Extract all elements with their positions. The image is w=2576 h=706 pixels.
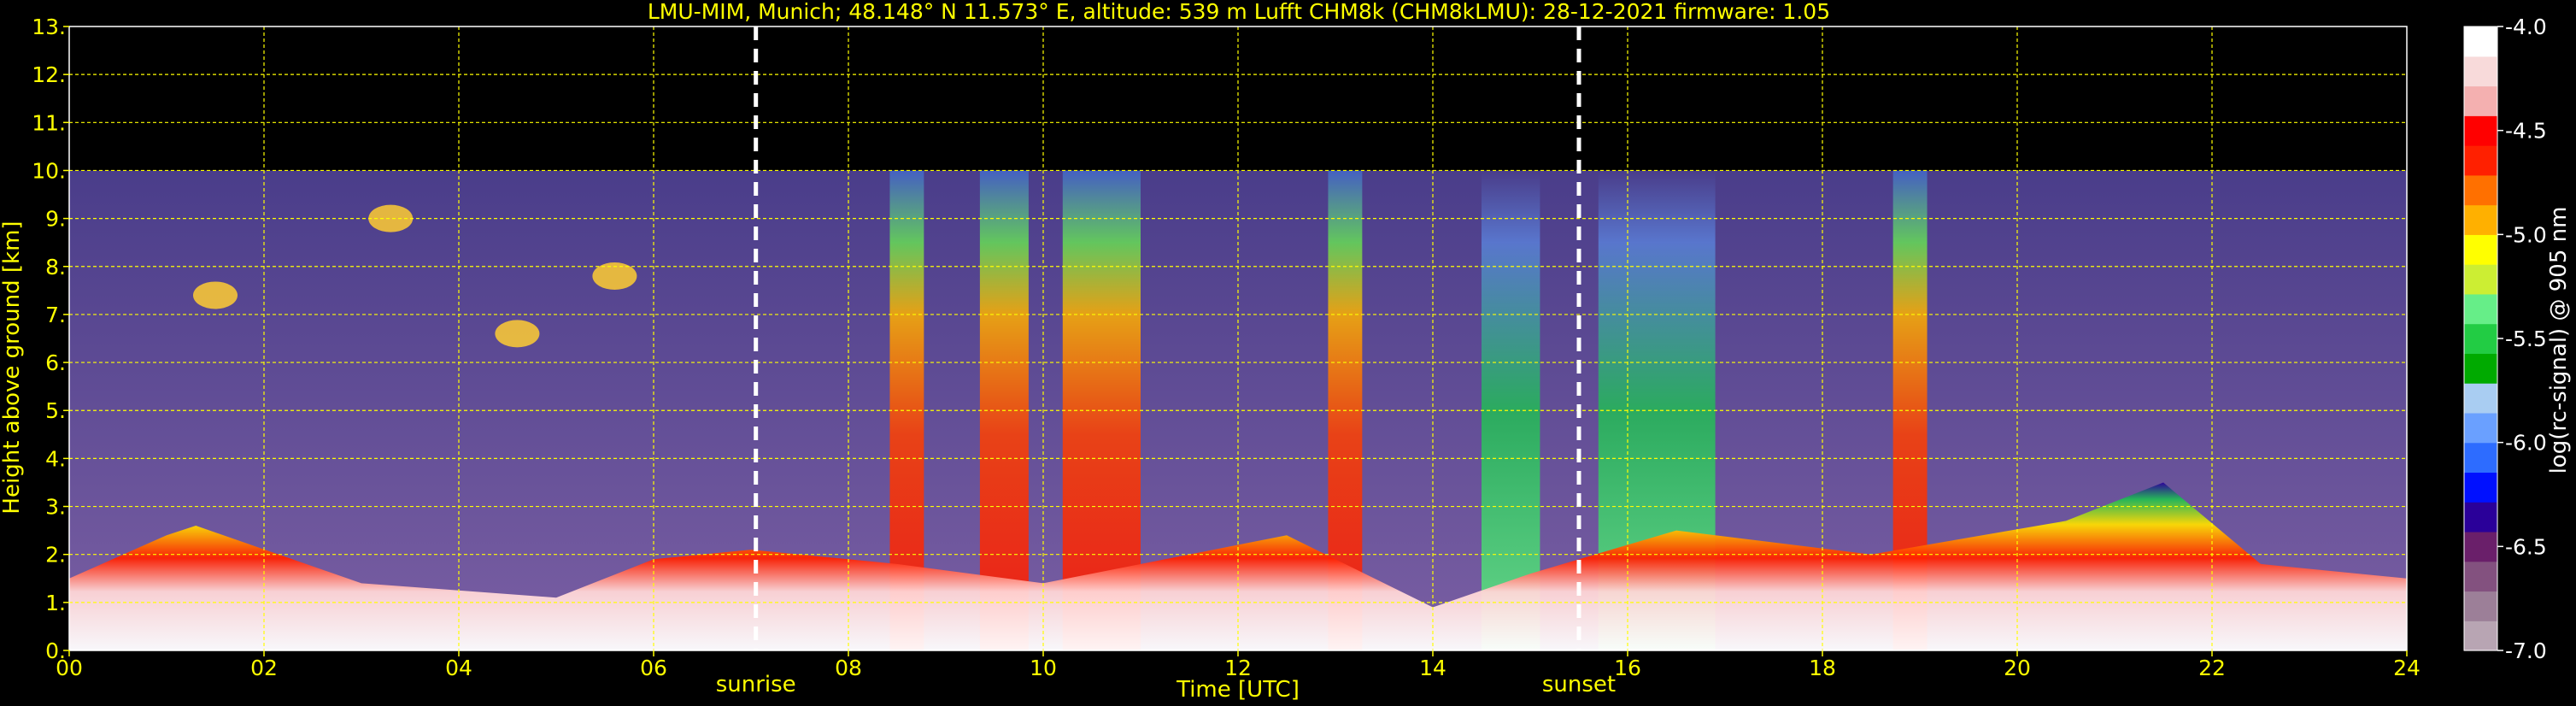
x-tick-label: 20 <box>2004 656 2031 680</box>
x-tick-label: 14 <box>1419 656 1446 680</box>
y-tick-label: 10. <box>32 158 66 183</box>
colorbar: -4.0 -4.5 -5.0 -5.5 -6.0 -6.5 -7.0 <box>2463 15 2547 663</box>
colorbar-segment <box>2464 26 2497 57</box>
y-axis-label: Height above ground [km] <box>0 221 25 514</box>
colorbar-segment <box>2464 293 2497 325</box>
colorbar-segment <box>2464 115 2497 146</box>
x-tick-label: 10 <box>1030 656 1057 680</box>
colorbar-segment <box>2464 174 2497 206</box>
colorbar-segment <box>2464 621 2497 651</box>
y-tick-label: 6. <box>45 350 66 375</box>
x-tick-label: 24 <box>2393 656 2421 680</box>
colorbar-tick-label: -5.5 <box>2505 327 2547 351</box>
colorbar-segment <box>2464 56 2497 87</box>
colorbar-segment <box>2464 561 2497 592</box>
colorbar-segment <box>2464 591 2497 621</box>
x-tick-label: 02 <box>250 656 278 680</box>
colorbar-segment <box>2464 412 2497 444</box>
colorbar-tick-label: -6.0 <box>2505 431 2547 456</box>
y-tick-label: 0. <box>45 638 66 663</box>
colorbar-segment <box>2464 502 2497 532</box>
y-tick-label: 7. <box>45 303 66 327</box>
colorbar-segment <box>2464 234 2497 265</box>
ceilometer-chart: sunrise sunset 00 02 04 06 08 10 12 14 16 18 20 22 24… <box>0 0 2572 703</box>
colorbar-segment <box>2464 442 2497 474</box>
chart-title: LMU-MIM, Munich; 48.148° N 11.573° E, al… <box>648 0 1830 24</box>
colorbar-segment <box>2464 383 2497 414</box>
x-tick-label: 08 <box>835 656 862 680</box>
x-tick-label: 16 <box>1614 656 1641 680</box>
y-tick-label: 11. <box>32 110 66 135</box>
x-tick-label: 18 <box>1809 656 1836 680</box>
colorbar-segment <box>2464 85 2497 116</box>
x-tick-label: 06 <box>640 656 667 680</box>
colorbar-tick-label: -5.0 <box>2505 222 2547 247</box>
sunrise-label: sunrise <box>716 672 796 697</box>
colorbar-tick-label: -4.5 <box>2505 119 2547 144</box>
colorbar-tick-label: -6.5 <box>2505 534 2547 559</box>
y-tick-label: 8. <box>45 255 66 279</box>
x-axis-label: Time [UTC] <box>1176 677 1300 703</box>
colorbar-segment <box>2464 204 2497 235</box>
colorbar-segment <box>2464 353 2497 384</box>
colorbar-segment <box>2464 531 2497 562</box>
colorbar-segment <box>2464 145 2497 176</box>
x-tick-label: 22 <box>2198 656 2226 680</box>
y-tick-label: 3. <box>45 495 66 520</box>
colorbar-tick-label: -4.0 <box>2505 15 2547 39</box>
y-tick-label: 5. <box>45 398 66 423</box>
y-tick-label: 9. <box>45 207 66 232</box>
y-tick-label: 1. <box>45 591 66 615</box>
colorbar-segment <box>2464 264 2497 295</box>
colorbar-segment <box>2464 323 2497 354</box>
x-tick-label: 04 <box>445 656 472 680</box>
cirrus-cloud <box>193 281 238 309</box>
colorbar-tick-label: -7.0 <box>2505 638 2547 663</box>
cirrus-cloud <box>495 320 540 348</box>
colorbar-label: log(rc-signal) @ 905 nm <box>2546 207 2572 474</box>
y-tick-label: 13. <box>32 15 66 39</box>
y-tick-label: 4. <box>45 446 66 471</box>
colorbar-segment <box>2464 472 2497 503</box>
y-tick-label: 12. <box>32 62 66 87</box>
sunset-label: sunset <box>1542 672 1616 697</box>
y-tick-label: 2. <box>45 543 66 568</box>
